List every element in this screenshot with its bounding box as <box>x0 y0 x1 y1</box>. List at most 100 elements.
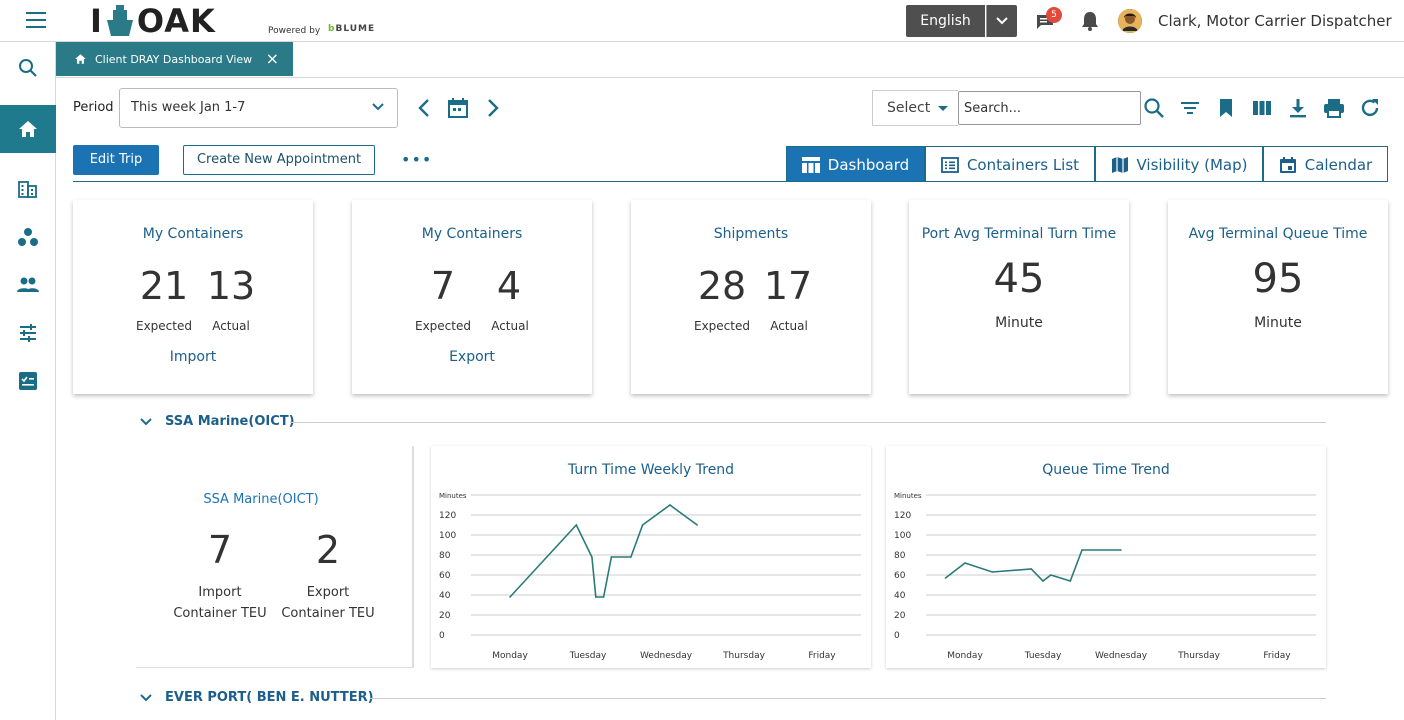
y-tick-label: 40 <box>894 591 906 601</box>
home-icon <box>19 121 37 137</box>
x-tick-label: Wednesday <box>1095 651 1148 661</box>
tab-underline <box>73 181 1388 182</box>
expected-value: 21 <box>139 264 189 308</box>
section-toggle-ssa-marine[interactable]: SSA Marine(OICT) <box>140 414 295 429</box>
y-axis-label: Minutes <box>439 492 467 500</box>
tab-calendar[interactable]: Calendar <box>1263 146 1388 182</box>
top-bar: I OAK Powered by bBLUME English 5 Clark,… <box>0 0 1404 42</box>
chevron-down-icon[interactable] <box>986 5 1017 37</box>
chart-plot: Minutes 0 20 40 60 80 100 120 Monday Tuesday Wedne… <box>439 492 861 661</box>
language-value[interactable]: English <box>906 5 985 37</box>
ship-icon <box>106 5 133 36</box>
sidebar-workspaces[interactable] <box>0 213 56 261</box>
chevron-down-icon <box>140 693 152 701</box>
x-tick-label: Thursday <box>722 651 766 661</box>
app-logo: I OAK <box>90 2 216 40</box>
card-title: My Containers <box>421 226 523 242</box>
data-point <box>591 556 593 558</box>
tab-client-dray-dashboard[interactable]: Client DRAY Dashboard View × <box>56 42 293 76</box>
y-axis-label: Minutes <box>894 492 922 500</box>
previous-period-icon[interactable] <box>413 96 435 120</box>
download-icon[interactable] <box>1286 96 1310 120</box>
period-select[interactable]: This week Jan 1-7 <box>119 88 398 128</box>
search-scope-select[interactable]: Select <box>872 90 958 126</box>
search-input[interactable] <box>958 91 1141 125</box>
import-label-line: Import <box>198 585 242 600</box>
export-label-line: Export <box>306 585 350 600</box>
data-point <box>944 577 947 579</box>
calendar-icon[interactable] <box>447 96 469 120</box>
powered-by-label: Powered by <box>268 26 321 36</box>
edit-trip-button[interactable]: Edit Trip <box>73 145 159 175</box>
search-icon[interactable] <box>1142 96 1166 120</box>
user-name[interactable]: Clark, Motor Carrier Dispatcher <box>1158 12 1392 30</box>
sidebar-settings[interactable] <box>0 309 56 357</box>
actual-label: Actual <box>770 319 808 333</box>
sidebar-search[interactable] <box>0 44 56 92</box>
x-tick-label: Friday <box>808 651 836 661</box>
sidebar-tasks[interactable] <box>0 357 56 405</box>
kpi-card-queue-time: Avg Terminal Queue Time 95 Minute <box>1168 200 1388 394</box>
y-tick-label: 20 <box>894 611 906 621</box>
queue-time-chart: Queue Time Trend Minutes 0 20 40 60 80 100 120 M… <box>886 446 1326 668</box>
card-title: My Containers <box>142 226 244 242</box>
sidebar <box>0 42 56 720</box>
people-icon <box>17 277 39 292</box>
y-tick-label: 0 <box>439 631 445 641</box>
section-divider <box>290 422 1326 423</box>
tab-label: Dashboard <box>827 155 910 174</box>
card-title: Port Avg Terminal Turn Time <box>921 226 1117 242</box>
language-selector[interactable]: English <box>906 5 1017 37</box>
y-tick-label: 100 <box>894 531 911 541</box>
list-icon <box>941 156 959 173</box>
columns-icon[interactable] <box>1250 96 1274 120</box>
next-period-icon[interactable] <box>482 96 504 120</box>
section-title: SSA Marine(OICT) <box>165 414 295 429</box>
create-appointment-button[interactable]: Create New Appointment <box>183 145 375 175</box>
data-point <box>991 571 994 573</box>
x-tick-label: Tuesday <box>1024 651 1062 661</box>
chevron-down-icon <box>372 103 384 111</box>
brand-logo: bBLUME <box>328 24 376 34</box>
data-point <box>602 596 605 598</box>
filter-icon[interactable] <box>1178 96 1202 120</box>
data-point <box>641 524 644 526</box>
sidebar-home[interactable] <box>0 105 56 153</box>
close-icon[interactable]: × <box>266 49 279 68</box>
data-point <box>669 504 671 506</box>
document-tabs: Client DRAY Dashboard View × <box>56 42 1404 78</box>
unit-label: Minute <box>995 315 1043 331</box>
bookmark-icon[interactable] <box>1214 96 1238 120</box>
y-tick-label: 80 <box>439 551 451 561</box>
import-teu-value: 7 <box>207 528 233 572</box>
home-icon <box>75 54 86 64</box>
y-tick-label: 120 <box>894 511 911 521</box>
avatar[interactable] <box>1118 9 1142 33</box>
data-point <box>1042 580 1044 582</box>
import-label-line: Container TEU <box>173 606 267 621</box>
kpi-card-export: My Containers 7 4 Expected Actual Export <box>352 200 592 394</box>
section-title: EVER PORT( BEN E. NUTTER) <box>165 690 374 705</box>
export-teu-value: 2 <box>315 528 341 572</box>
tab-label: Client DRAY Dashboard View <box>95 52 253 66</box>
export-link[interactable]: Export <box>352 349 592 365</box>
refresh-icon[interactable] <box>1358 96 1382 120</box>
terminal-summary: SSA Marine(OICT) 7 2 Import Container TEU… <box>136 446 414 668</box>
tab-visibility-map[interactable]: Visibility (Map) <box>1095 146 1263 182</box>
import-link[interactable]: Import <box>73 349 313 365</box>
actual-label: Actual <box>491 319 529 333</box>
checklist-icon <box>19 372 37 390</box>
sidebar-users[interactable] <box>0 261 56 309</box>
tab-containers-list[interactable]: Containers List <box>925 146 1095 182</box>
section-toggle-ever-port[interactable]: EVER PORT( BEN E. NUTTER) <box>140 690 374 705</box>
x-tick-label: Tuesday <box>569 651 607 661</box>
tab-dashboard[interactable]: Dashboard <box>786 146 925 182</box>
sidebar-buildings[interactable] <box>0 165 56 213</box>
map-icon <box>1111 156 1128 173</box>
actual-value: 13 <box>206 264 256 308</box>
more-options-icon[interactable]: ••• <box>401 150 432 169</box>
menu-icon[interactable] <box>26 12 46 28</box>
calendar-icon <box>1279 156 1296 173</box>
bell-icon[interactable] <box>1079 10 1101 32</box>
print-icon[interactable] <box>1322 96 1346 120</box>
